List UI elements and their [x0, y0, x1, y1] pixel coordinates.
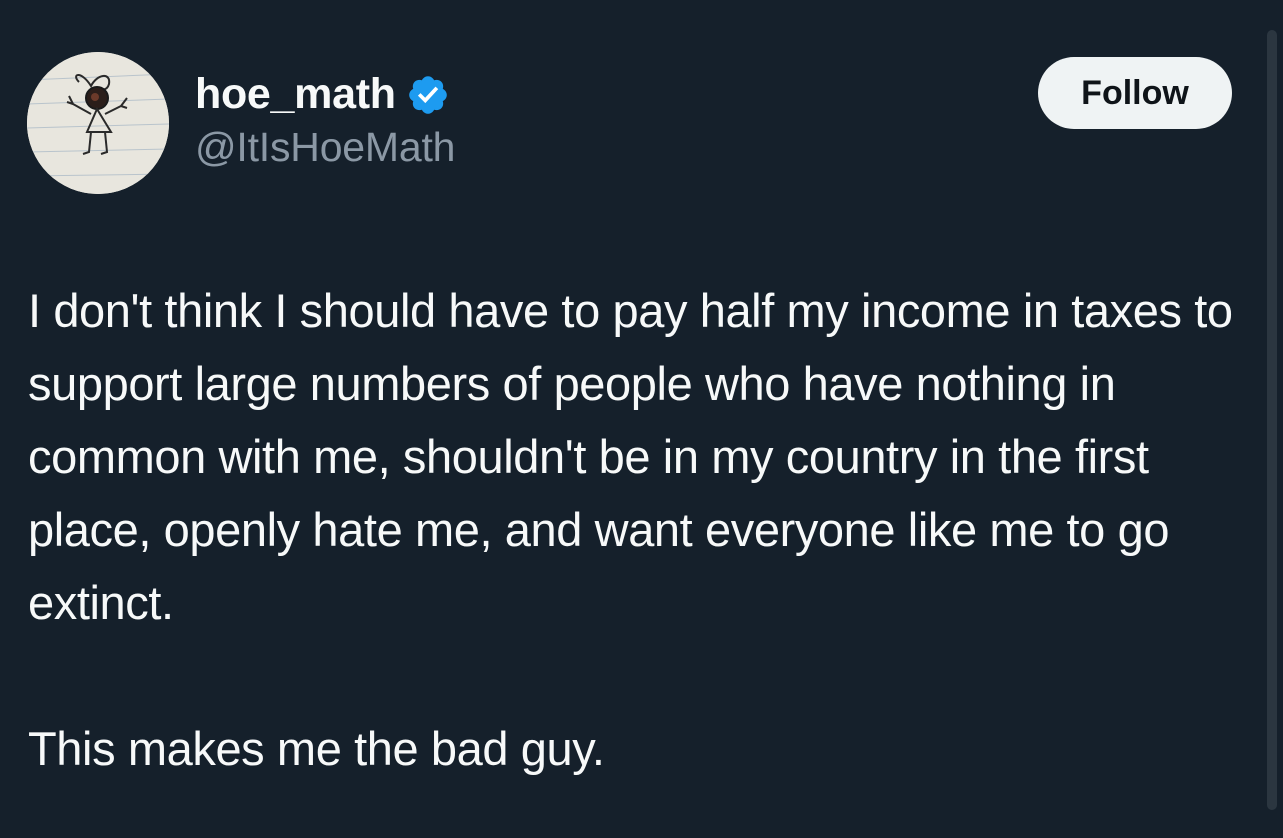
follow-button[interactable]: Follow — [1038, 57, 1232, 129]
verified-badge-icon[interactable] — [406, 73, 450, 117]
tweet-paragraph: I don't think I should have to pay half … — [28, 284, 1233, 629]
display-name[interactable]: hoe_math — [195, 70, 396, 119]
display-name-row: hoe_math — [195, 66, 455, 122]
stick-figure-drawing-icon — [27, 52, 169, 194]
tweet-text: I don't think I should have to pay half … — [28, 274, 1258, 785]
scrollbar[interactable] — [1267, 30, 1277, 810]
tweet-paragraph: This makes me the bad guy. — [28, 722, 605, 775]
author-block: hoe_math @ItIsHoeMath — [195, 66, 455, 171]
avatar[interactable] — [27, 52, 169, 194]
user-handle[interactable]: @ItIsHoeMath — [195, 124, 455, 171]
tweet-card: hoe_math @ItIsHoeMath Follow I don't thi… — [0, 0, 1283, 838]
